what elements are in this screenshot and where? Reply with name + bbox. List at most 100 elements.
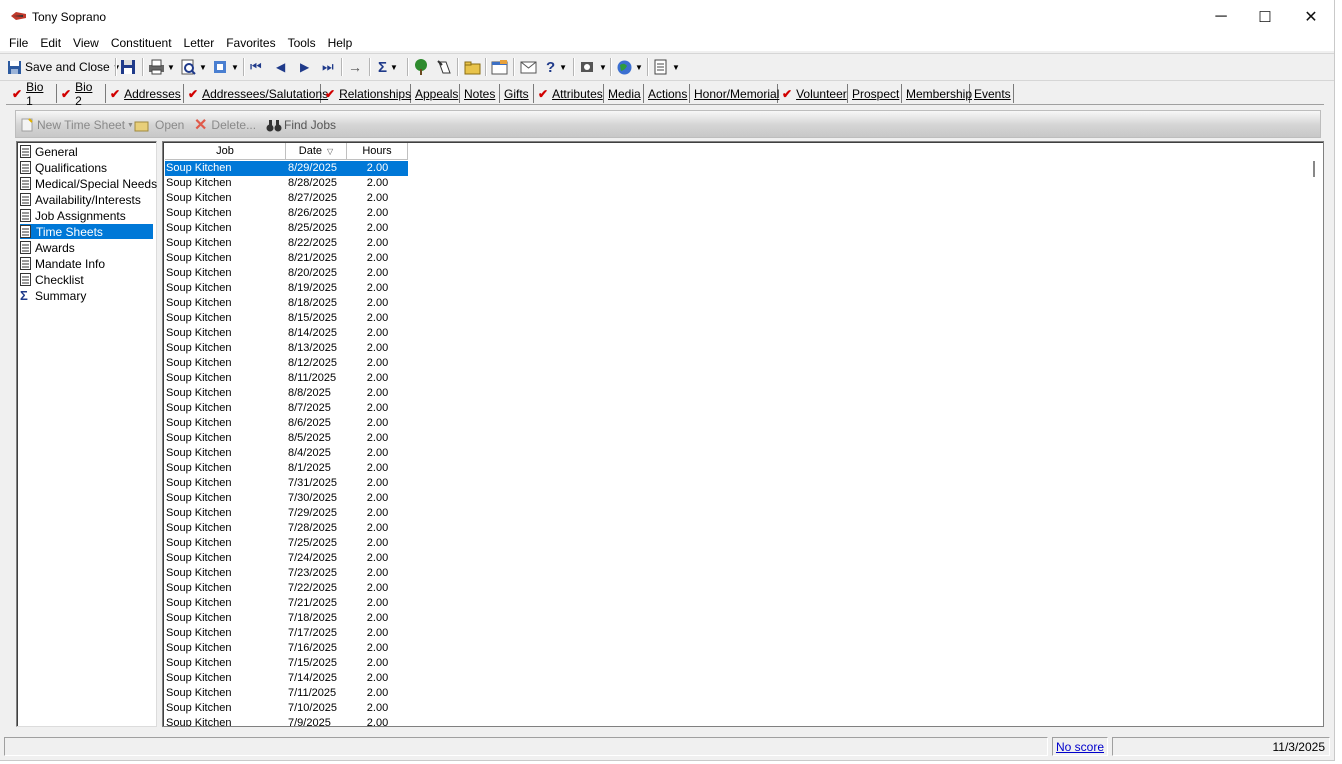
table-row[interactable]: Soup Kitchen 8/7/2025 2.00 [165,401,408,416]
tools-button[interactable]: ▼ [579,57,607,77]
table-row[interactable]: Soup Kitchen 8/11/2025 2.00 [165,371,408,386]
nav-item-mandate-info[interactable]: Mandate Info [20,256,105,271]
tab-appeals[interactable]: Appeals [411,84,460,103]
tab-addresses[interactable]: ✔ Addresses [106,84,184,103]
menu-favorites[interactable]: Favorites [220,36,281,50]
table-row[interactable]: Soup Kitchen 7/23/2025 2.00 [165,566,408,581]
table-row[interactable]: Soup Kitchen 8/6/2025 2.00 [165,416,408,431]
tab-volunteer[interactable]: ✔ Volunteer [778,84,848,103]
properties-button[interactable] [491,57,508,77]
tab-relationships[interactable]: ✔ Relationships [321,84,411,103]
maximize-button[interactable]: ☐ [1242,0,1288,34]
tab-membership[interactable]: Membership [902,84,972,103]
table-row[interactable]: Soup Kitchen 8/22/2025 2.00 [165,236,408,251]
nav-item-job-assignments[interactable]: Job Assignments [20,208,126,223]
table-row[interactable]: Soup Kitchen 8/14/2025 2.00 [165,326,408,341]
table-row[interactable]: Soup Kitchen 8/27/2025 2.00 [165,191,408,206]
table-row[interactable]: Soup Kitchen 7/30/2025 2.00 [165,491,408,506]
nav-item-availability-interests[interactable]: Availability/Interests [20,192,141,207]
column-header-date[interactable]: Date ▽ [286,143,347,160]
menu-file[interactable]: File [3,36,34,50]
summary-button[interactable]: Σ ▼ [378,57,398,77]
close-button[interactable]: ✕ [1288,0,1334,34]
save-close-button[interactable]: Save and Close ▼ [7,57,121,77]
table-row[interactable]: Soup Kitchen 7/21/2025 2.00 [165,596,408,611]
table-row[interactable]: Soup Kitchen 7/28/2025 2.00 [165,521,408,536]
tree-button[interactable] [412,57,430,77]
table-row[interactable]: Soup Kitchen 8/13/2025 2.00 [165,341,408,356]
print-preview-button[interactable]: ▼ [180,57,207,77]
table-row[interactable]: Soup Kitchen 8/26/2025 2.00 [165,206,408,221]
table-row[interactable]: Soup Kitchen 8/5/2025 2.00 [165,431,408,446]
tab-media[interactable]: Media [604,84,644,103]
go-to-button[interactable]: → [348,57,362,77]
table-row[interactable]: Soup Kitchen 8/8/2025 2.00 [165,386,408,401]
tab-gifts[interactable]: Gifts [500,84,534,103]
find-jobs-button[interactable]: Find Jobs [266,117,336,133]
page-options-button[interactable]: ▼ [654,57,680,77]
nav-item-summary[interactable]: Σ Summary [20,288,86,303]
tab-honor-memorial[interactable]: Honor/Memorial [690,84,779,103]
first-record-button[interactable]: ⏮ [250,57,262,77]
menu-view[interactable]: View [67,36,105,50]
table-row[interactable]: Soup Kitchen 8/12/2025 2.00 [165,356,408,371]
previous-record-button[interactable]: ◀ [276,57,285,77]
table-row[interactable]: Soup Kitchen 7/14/2025 2.00 [165,671,408,686]
nav-item-medical-special-needs[interactable]: Medical/Special Needs [20,176,157,191]
export-button[interactable]: ▼ [212,57,239,77]
tab-bio-1[interactable]: ✔ Bio 1 [8,80,57,108]
table-row[interactable]: Soup Kitchen 7/16/2025 2.00 [165,641,408,656]
web-button[interactable]: ▼ [616,57,643,77]
table-row[interactable]: Soup Kitchen 7/29/2025 2.00 [165,506,408,521]
tab-addressees-salutations[interactable]: ✔ Addressees/Salutations [184,84,328,103]
nav-item-awards[interactable]: Awards [20,240,75,255]
email-button[interactable] [520,57,537,77]
help-button[interactable]: ? ▼ [546,57,567,77]
table-row[interactable]: Soup Kitchen 8/29/2025 2.00 [165,161,408,176]
tab-bio-2[interactable]: ✔ Bio 2 [57,80,106,108]
tab-prospect[interactable]: Prospect [848,84,902,103]
column-header-hours[interactable]: Hours [347,143,408,160]
table-row[interactable]: Soup Kitchen 8/25/2025 2.00 [165,221,408,236]
menu-constituent[interactable]: Constituent [105,36,178,50]
save-button[interactable] [120,57,136,77]
nav-item-checklist[interactable]: Checklist [20,272,84,287]
nav-item-general[interactable]: General [20,144,78,159]
nav-item-time-sheets[interactable]: Time Sheets [20,224,153,239]
table-row[interactable]: Soup Kitchen 7/17/2025 2.00 [165,626,408,641]
next-record-button[interactable]: ▶ [300,57,309,77]
table-row[interactable]: Soup Kitchen 7/9/2025 2.00 [165,716,408,726]
table-row[interactable]: Soup Kitchen 8/20/2025 2.00 [165,266,408,281]
tab-notes[interactable]: Notes [460,84,500,103]
tab-attributes[interactable]: ✔ Attributes [534,84,604,103]
tab-actions[interactable]: Actions [644,84,690,103]
nav-item-qualifications[interactable]: Qualifications [20,160,107,175]
open-button[interactable]: Open [134,117,184,133]
menu-letter[interactable]: Letter [178,36,221,50]
table-row[interactable]: Soup Kitchen 7/18/2025 2.00 [165,611,408,626]
menu-tools[interactable]: Tools [282,36,322,50]
scrollbar-thumb[interactable] [1313,161,1315,177]
table-row[interactable]: Soup Kitchen 7/22/2025 2.00 [165,581,408,596]
tab-events[interactable]: Events [970,84,1014,103]
link-button[interactable] [436,57,453,77]
table-row[interactable]: Soup Kitchen 8/4/2025 2.00 [165,446,408,461]
menu-edit[interactable]: Edit [34,36,67,50]
new-time-sheet-button[interactable]: New Time Sheet ▼ [20,117,134,133]
minimize-button[interactable]: ─ [1198,0,1244,34]
delete-button[interactable]: ✕ Delete... [194,117,256,134]
table-row[interactable]: Soup Kitchen 7/15/2025 2.00 [165,656,408,671]
table-row[interactable]: Soup Kitchen 7/10/2025 2.00 [165,701,408,716]
table-row[interactable]: Soup Kitchen 8/28/2025 2.00 [165,176,408,191]
table-row[interactable]: Soup Kitchen 8/15/2025 2.00 [165,311,408,326]
vertical-scrollbar[interactable] [1307,143,1323,723]
table-row[interactable]: Soup Kitchen 8/18/2025 2.00 [165,296,408,311]
column-header-job[interactable]: Job [165,143,286,160]
menu-help[interactable]: Help [322,36,359,50]
table-row[interactable]: Soup Kitchen 7/25/2025 2.00 [165,536,408,551]
table-row[interactable]: Soup Kitchen 7/11/2025 2.00 [165,686,408,701]
table-row[interactable]: Soup Kitchen 8/19/2025 2.00 [165,281,408,296]
folder-button[interactable] [464,57,481,77]
last-record-button[interactable]: ⏭ [322,57,334,77]
table-row[interactable]: Soup Kitchen 7/31/2025 2.00 [165,476,408,491]
